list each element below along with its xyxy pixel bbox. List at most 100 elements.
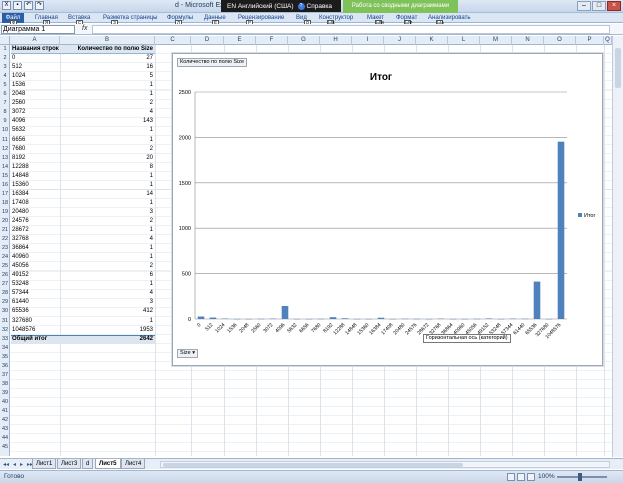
pivot-row-label[interactable]: 28672	[12, 226, 60, 235]
row-header[interactable]: 40	[0, 398, 10, 407]
row-header[interactable]: 43	[0, 425, 10, 434]
pivot-row-value[interactable]: 1	[60, 199, 154, 208]
pivot-row-label[interactable]: 2560	[12, 99, 60, 108]
pivot-row-label[interactable]: 16384	[12, 190, 60, 199]
row-header[interactable]: 30	[0, 307, 10, 316]
row-header[interactable]: 15	[0, 172, 10, 181]
row-header[interactable]: 18	[0, 199, 10, 208]
row-header[interactable]: 31	[0, 317, 10, 326]
pivot-row-label[interactable]: 57344	[12, 289, 60, 298]
formula-input[interactable]	[92, 25, 610, 34]
pivot-row-value[interactable]: 1	[60, 90, 154, 99]
pivot-row-label[interactable]: 45056	[12, 262, 60, 271]
pivot-row-label[interactable]: 12288	[12, 163, 60, 172]
grand-total-value[interactable]: 2642	[60, 335, 154, 344]
vertical-scroll-thumb[interactable]	[615, 48, 621, 88]
pivot-row-label[interactable]: 61440	[12, 298, 60, 307]
row-header[interactable]: 10	[0, 126, 10, 135]
pivot-row-label[interactable]: 327680	[12, 317, 60, 326]
page-break-view-icon[interactable]	[527, 473, 535, 481]
pivot-row-label[interactable]: 4096	[12, 117, 60, 126]
minimize-button[interactable]: –	[577, 1, 591, 11]
pivot-row-value[interactable]: 2	[60, 99, 154, 108]
sheet-tab-4[interactable]: Лист4	[121, 459, 146, 469]
row-header[interactable]: 36	[0, 362, 10, 371]
chart-axis-field-button[interactable]: Size ▾	[177, 349, 198, 358]
row-header[interactable]: 22	[0, 235, 10, 244]
sheet-tab-3[interactable]: Лист5	[95, 459, 121, 469]
row-header[interactable]: 29	[0, 298, 10, 307]
row-header[interactable]: 13	[0, 154, 10, 163]
row-header[interactable]: 33	[0, 335, 10, 344]
row-header[interactable]: 17	[0, 190, 10, 199]
column-header-F[interactable]: F	[256, 36, 288, 45]
pivot-row-value[interactable]: 27	[60, 54, 154, 63]
row-header[interactable]: 19	[0, 208, 10, 217]
undo-icon[interactable]: ↶	[24, 1, 33, 10]
pivot-row-value[interactable]: 2	[60, 145, 154, 154]
column-header-B[interactable]: B	[60, 36, 155, 45]
column-header-A[interactable]: A	[10, 36, 60, 45]
first-sheet-icon[interactable]: ◂◂	[3, 461, 9, 468]
zoom-slider[interactable]	[557, 476, 607, 478]
row-header[interactable]: 32	[0, 326, 10, 335]
pivot-row-value[interactable]: 412	[60, 307, 154, 316]
pivot-row-label[interactable]: 2048	[12, 90, 60, 99]
row-header[interactable]: 6	[0, 90, 10, 99]
pivot-row-label[interactable]: 36864	[12, 244, 60, 253]
pivot-row-value[interactable]: 1	[60, 126, 154, 135]
row-header[interactable]: 44	[0, 434, 10, 443]
help-button[interactable]: ? Справка	[297, 2, 332, 10]
pivot-row-label[interactable]: 65536	[12, 307, 60, 316]
row-header[interactable]: 4	[0, 72, 10, 81]
close-button[interactable]: ×	[607, 1, 621, 11]
row-header[interactable]: 8	[0, 108, 10, 117]
row-header[interactable]: 25	[0, 262, 10, 271]
column-header-I[interactable]: I	[352, 36, 384, 45]
save-icon[interactable]: ▪	[13, 1, 22, 10]
row-header[interactable]: 2	[0, 54, 10, 63]
language-indicator[interactable]: EN Английский (США)	[227, 3, 294, 10]
pivot-row-label[interactable]: 7680	[12, 145, 60, 154]
pivot-row-label[interactable]: 17408	[12, 199, 60, 208]
row-header[interactable]: 3	[0, 63, 10, 72]
normal-view-icon[interactable]	[507, 473, 515, 481]
pivot-row-value[interactable]: 1	[60, 244, 154, 253]
zoom-slider-thumb[interactable]	[578, 473, 582, 481]
pivot-row-label[interactable]: 0	[12, 54, 60, 63]
column-header-L[interactable]: L	[448, 36, 480, 45]
column-header-K[interactable]: K	[416, 36, 448, 45]
row-header[interactable]: 21	[0, 226, 10, 235]
pivot-row-value[interactable]: 1	[60, 81, 154, 90]
pivot-row-label[interactable]: 24576	[12, 217, 60, 226]
pivot-row-label[interactable]: 1048576	[12, 326, 60, 335]
row-header[interactable]: 5	[0, 81, 10, 90]
pivot-row-label[interactable]: 40960	[12, 253, 60, 262]
pivot-row-value[interactable]: 4	[60, 289, 154, 298]
row-header[interactable]: 20	[0, 217, 10, 226]
row-header[interactable]: 42	[0, 416, 10, 425]
ribbon-tab-11[interactable]: Анализировать	[428, 13, 470, 23]
pivot-row-value[interactable]: 2	[60, 217, 154, 226]
select-all-corner[interactable]	[0, 36, 10, 45]
row-header[interactable]: 26	[0, 271, 10, 280]
row-header[interactable]: 27	[0, 280, 10, 289]
pivot-row-value[interactable]: 16	[60, 63, 154, 72]
pivot-row-value[interactable]: 3	[60, 208, 154, 217]
column-header-J[interactable]: J	[384, 36, 416, 45]
row-header[interactable]: 16	[0, 181, 10, 190]
pivot-row-value[interactable]: 3	[60, 298, 154, 307]
row-header[interactable]: 9	[0, 117, 10, 126]
pivot-row-value[interactable]: 6	[60, 271, 154, 280]
pivot-row-label[interactable]: 3072	[12, 108, 60, 117]
redo-icon[interactable]: ↷	[35, 1, 44, 10]
pivot-values-header[interactable]: Количество по полю Size	[60, 45, 154, 54]
column-header-P[interactable]: P	[576, 36, 604, 45]
pivot-row-value[interactable]: 5	[60, 72, 154, 81]
sheet-tab-2[interactable]: d	[82, 459, 94, 469]
pivot-row-label[interactable]: 32768	[12, 235, 60, 244]
pivot-row-label[interactable]: 5632	[12, 126, 60, 135]
excel-logo-icon[interactable]: X	[2, 1, 11, 10]
pivot-row-value[interactable]: 1953	[60, 326, 154, 335]
pivot-row-label[interactable]: 15360	[12, 181, 60, 190]
